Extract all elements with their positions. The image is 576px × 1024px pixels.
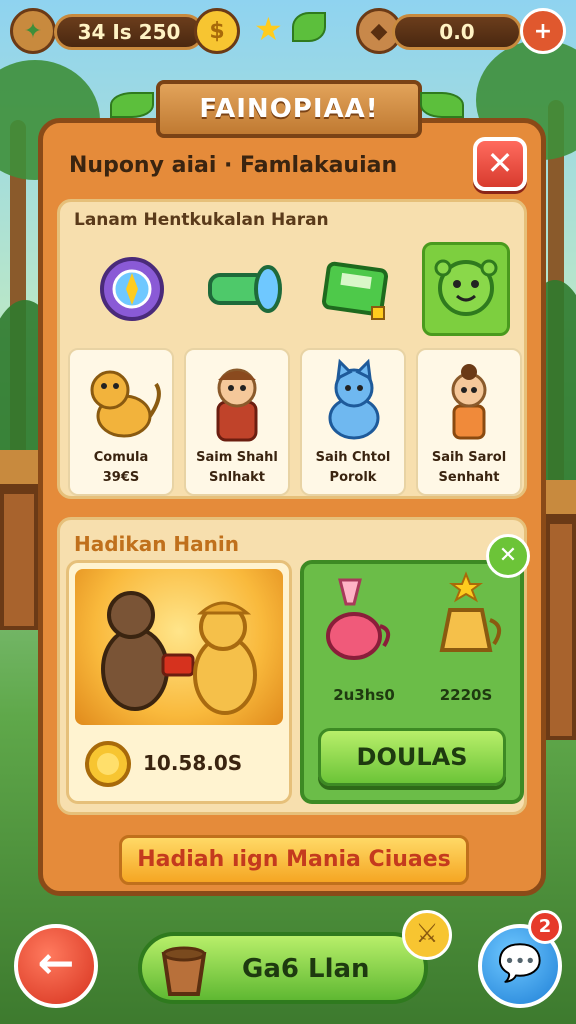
item-name: Saih Chtol (315, 450, 391, 465)
profile-icon[interactable]: ✦ (10, 8, 56, 54)
start-button-label: Ga6 Llan (242, 954, 370, 984)
item-card[interactable]: Saih Chtol Porolk (300, 348, 406, 496)
start-button[interactable]: Ga6 Llan (138, 932, 428, 1004)
promo-banner-button[interactable]: Hadiah ıign Mania Ciuaes (119, 835, 469, 885)
reward-illustration (75, 569, 283, 725)
close-button[interactable]: ✕ (473, 137, 527, 191)
reward-value: 10.58.0S (143, 751, 243, 775)
compass-icon (100, 257, 164, 321)
item-subtitle: Porolk (329, 470, 377, 485)
teapot-icon (326, 578, 391, 660)
reward-item-value: 2u3hs0 (333, 686, 395, 704)
item-card[interactable]: Comula 39€S (68, 348, 174, 496)
coin-amount: 34 Is 250 (77, 20, 181, 44)
item-name: Saim Shahl (196, 450, 278, 465)
girl-icon (451, 364, 487, 440)
star-icon: ★ (254, 10, 283, 48)
chat-bubble-icon: 💬 (497, 943, 543, 984)
lion-icon (90, 370, 161, 438)
close-icon: ✕ (498, 543, 518, 568)
green-creature-icon (434, 259, 498, 316)
plus-icon: + (533, 18, 553, 44)
bucket-icon (161, 946, 207, 996)
item-card[interactable]: Saih Sarol Senhaht (416, 348, 522, 496)
gem-amount: 0.0 (439, 20, 475, 44)
item-subtitle: Snlhakt (209, 470, 265, 485)
banner-title: FAINOPIAA! (156, 80, 422, 138)
reward-items-panel: 2u3hs0 2220S DOULAS (300, 560, 524, 804)
leaf-icon (292, 12, 326, 42)
cash-register-icon (322, 261, 389, 320)
item-subtitle: 39€S (102, 470, 140, 485)
tab-compass[interactable] (88, 242, 176, 336)
claim-button[interactable]: DOULAS (318, 728, 506, 786)
item-name: Comula (93, 450, 149, 465)
add-currency-button[interactable]: + (520, 8, 566, 54)
item-name: Saih Sarol (431, 450, 507, 465)
back-button[interactable]: ← (14, 924, 98, 1008)
shop-panel: Nupony aiai · Famlakauian ✕ Lanam Hentku… (38, 118, 546, 896)
notification-badge: 2 (528, 910, 562, 944)
tab-creature[interactable] (422, 242, 510, 336)
gem-counter: 0.0 (392, 14, 522, 50)
item-subtitle: Senhaht (438, 470, 500, 485)
coin-icon: $ (194, 8, 240, 54)
bear-and-dog-icon (101, 591, 257, 715)
category-title: Lanam Hentkukalan Haran (74, 210, 329, 230)
leaf-icon (420, 92, 464, 118)
leaf-icon (110, 92, 154, 118)
top-bar: ✦ 34 Is 250 $ ★ ◆ 0.0 + (8, 8, 568, 54)
blue-cat-icon (328, 358, 380, 440)
rewards-section: Hadikan Hanin 10.58.0S 2u3hs0 2220S DOUL… (57, 517, 530, 815)
item-card[interactable]: Saim Shahl Snlhakt (184, 348, 290, 496)
dismiss-rewards-button[interactable]: ✕ (486, 534, 530, 578)
close-icon: ✕ (486, 144, 514, 182)
reward-offer-card[interactable]: 10.58.0S (66, 560, 292, 804)
tube-icon (208, 265, 282, 313)
villager-icon (216, 368, 258, 442)
tab-register[interactable] (312, 242, 400, 336)
panel-header: Nupony aiai · Famlakauian (69, 153, 398, 178)
sword-badge-icon[interactable]: ⚔ (402, 910, 452, 960)
reward-item-value: 2220S (439, 686, 493, 704)
tab-tube[interactable] (200, 242, 288, 336)
arrow-left-icon: ← (37, 938, 75, 989)
rewards-title: Hadikan Hanin (74, 532, 239, 556)
gold-teapot-icon (439, 571, 502, 652)
coin-counter: 34 Is 250 (54, 14, 204, 50)
gold-coin-icon (85, 741, 131, 787)
category-section: Lanam Hentkukalan Haran Comula 39€S Saim… (57, 199, 527, 499)
